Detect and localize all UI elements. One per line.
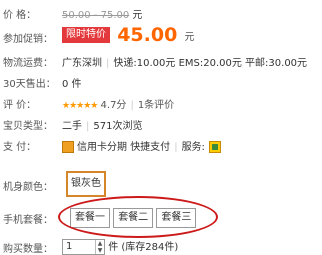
service-label: 服务:	[181, 142, 205, 153]
condition-value: 二手 | 571次浏览	[62, 121, 143, 132]
promo-price: 45.00	[117, 24, 178, 46]
price-unit: 元	[132, 10, 143, 21]
shipping-value: 广东深圳 | 快递:10.00元 EMS:20.00元 平邮:30.00元	[62, 58, 308, 69]
promo-unit: 元	[184, 31, 195, 43]
color-label: 机身颜色：	[3, 182, 53, 193]
sold-value: 0 件	[62, 79, 82, 90]
promo-badge: 限时特价	[62, 27, 110, 43]
quantity-stepper-icon[interactable]: ▲ ▼	[95, 240, 104, 254]
condition-label: 宝贝类型：	[3, 121, 53, 132]
rating-score: 4.7分	[100, 100, 127, 111]
quantity-unit: 件	[108, 242, 119, 253]
service-icon[interactable]	[208, 141, 221, 153]
shipping-location: 广东深圳	[62, 58, 102, 69]
package-label: 手机套餐：	[3, 215, 53, 226]
rating-stars-icon: ★★★★★	[62, 101, 98, 111]
quantity-label: 购买数量：	[3, 244, 53, 255]
shipping-express: 快递:10.00元	[113, 58, 176, 69]
sold-label: 30天售出：	[3, 79, 56, 90]
rating-reviews-link[interactable]: 1条评价	[138, 100, 174, 111]
shipping-label: 物流运费：	[3, 58, 53, 69]
quantity-input[interactable]: 1 ▲ ▼	[62, 239, 105, 255]
quantity-number: 1	[66, 241, 73, 252]
original-price: 50.00 - 75.00	[62, 10, 130, 21]
shipping-mail: 平邮:30.00元	[245, 58, 308, 69]
payment-value: 信用卡分期 快捷支付 | 服务:	[62, 138, 221, 153]
payment-installment[interactable]: 信用卡分期	[77, 142, 127, 153]
promo-label: 参加促销：	[3, 34, 53, 45]
quantity-stock: (库存284件)	[121, 242, 179, 253]
promo-value: 限时特价 45.00 元	[62, 24, 194, 46]
payment-quick[interactable]: 快捷支付	[130, 142, 170, 153]
price-label: 价 格：	[3, 10, 37, 21]
price-value: 50.00 - 75.00 元	[62, 6, 142, 21]
shipping-ems: EMS:20.00元	[178, 58, 242, 69]
condition: 二手	[62, 121, 82, 132]
quantity-value: 1 ▲ ▼ 件 (库存284件)	[62, 238, 178, 255]
color-options: 银灰色	[66, 171, 106, 197]
highlight-ellipse	[58, 196, 218, 238]
payment-label: 支 付：	[3, 142, 37, 153]
views: 571次浏览	[93, 121, 143, 132]
color-option-silver-gray[interactable]: 银灰色	[66, 171, 106, 197]
rating-value: ★★★★★ 4.7分 | 1条评价	[62, 100, 175, 111]
rating-label: 评 价：	[3, 100, 37, 111]
credit-card-icon	[62, 141, 74, 153]
